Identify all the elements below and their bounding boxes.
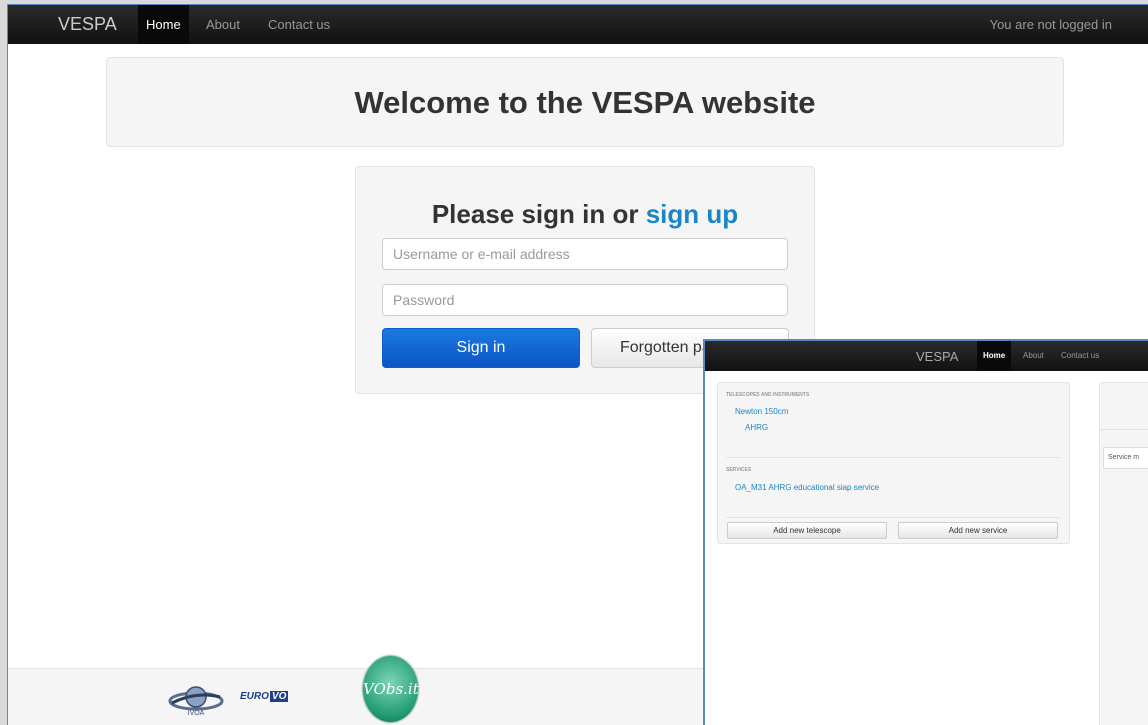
panel-divider <box>1100 429 1148 430</box>
overlay-nav-home[interactable]: Home <box>977 341 1012 371</box>
eurovo-logo-prefix: EURO <box>240 691 269 702</box>
window-border-top <box>7 4 1148 5</box>
eurovo-logo[interactable]: EURO VO <box>240 691 289 702</box>
add-service-button[interactable]: Add new service <box>898 522 1058 539</box>
password-input[interactable] <box>382 284 788 316</box>
panel-divider <box>726 457 1061 458</box>
services-heading: SERVICES <box>726 467 752 473</box>
page-title: Welcome to the VESPA website <box>354 85 816 120</box>
signup-link[interactable]: sign up <box>646 199 738 229</box>
ivoa-logo-text: IVOA <box>188 710 205 717</box>
service-link[interactable]: OA_M31 AHRG educational siap service <box>735 483 879 492</box>
nav-home[interactable]: Home <box>138 5 189 44</box>
overlay-nav-about[interactable]: About <box>1023 341 1044 371</box>
window-border-left <box>7 4 8 725</box>
signin-button[interactable]: Sign in <box>382 328 580 368</box>
telescopes-heading: TELESCOPES AND INSTRUMENTS <box>726 392 810 398</box>
footer: IVOA EURO VO VObs.it <box>8 656 708 725</box>
service-panel: Service m <box>1099 382 1148 725</box>
telescopes-panel: TELESCOPES AND INSTRUMENTS Newton 150cm … <box>717 382 1070 544</box>
nav-contact[interactable]: Contact us <box>260 5 338 44</box>
welcome-hero: Welcome to the VESPA website <box>106 57 1064 147</box>
overlay-nav-contact[interactable]: Contact us <box>1061 341 1099 371</box>
nav-about[interactable]: About <box>198 5 248 44</box>
brand-logo[interactable]: VESPA <box>58 14 117 35</box>
eurovo-logo-suffix: VO <box>269 691 289 702</box>
service-tab[interactable]: Service m <box>1103 447 1148 469</box>
main-navbar: VESPA Home About Contact us You are not … <box>8 5 1148 44</box>
panel-divider <box>726 517 1061 518</box>
overlay-window: VESPA Home About Contact us TELESCOPES A… <box>703 339 1148 725</box>
vobs-logo[interactable]: VObs.it <box>363 656 419 722</box>
ivoa-logo[interactable]: IVOA <box>168 683 224 717</box>
overlay-brand[interactable]: VESPA <box>916 349 958 364</box>
username-input[interactable] <box>382 238 788 270</box>
instrument-link[interactable]: AHRG <box>745 423 768 432</box>
signin-heading: Please sign in or sign up <box>356 199 814 230</box>
login-status: You are not logged in <box>989 17 1112 32</box>
add-telescope-button[interactable]: Add new telescope <box>727 522 887 539</box>
signin-heading-text: Please sign in or <box>431 199 646 229</box>
overlay-navbar: VESPA Home About Contact us <box>705 341 1148 371</box>
telescope-link[interactable]: Newton 150cm <box>735 407 788 416</box>
